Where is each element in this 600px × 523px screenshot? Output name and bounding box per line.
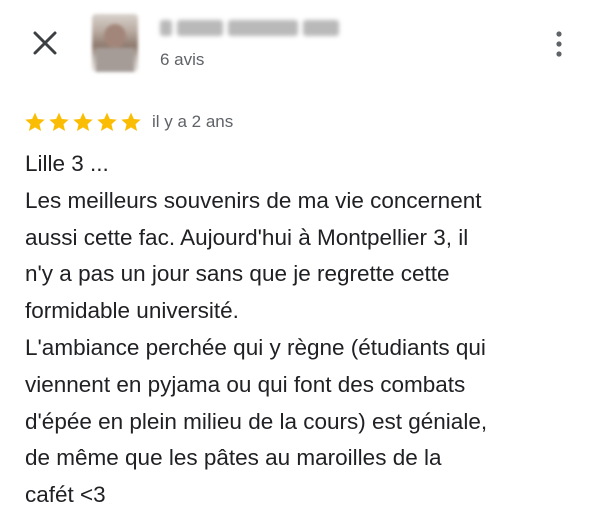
reviewer-avatar[interactable] (92, 14, 138, 72)
review-line: de même que les pâtes au maroilles de la (25, 445, 442, 471)
review-line: n'y a pas un jour sans que je regrette c… (25, 261, 450, 287)
star-icon (73, 112, 93, 131)
review-line: Lille 3 ... (25, 151, 109, 176)
bottom-fade (0, 517, 600, 523)
review-line: aussi cette fac. Aujourd'hui à Montpelli… (25, 224, 469, 250)
review-line: cafét <3 (25, 482, 106, 508)
reviewer-review-count: 6 avis (160, 50, 205, 69)
review-line: L'ambiance perchée qui y règne (étudiant… (25, 334, 486, 360)
review-line: viennent en pyjama ou qui font des comba… (25, 371, 466, 397)
review-line: formidable université. (25, 298, 239, 324)
star-icon (97, 112, 117, 131)
star-icon (25, 112, 45, 131)
review-text: Lille 3 ... Les meilleurs souvenirs de m… (25, 146, 595, 514)
more-vert-icon (556, 31, 562, 57)
star-rating (24, 111, 142, 133)
reviewer-name-redacted[interactable] (160, 17, 346, 39)
close-button[interactable] (30, 28, 60, 58)
rating-row: il y a 2 ans (24, 110, 233, 134)
star-icon (121, 112, 141, 131)
review-line: Les meilleurs souvenirs de ma vie concer… (25, 187, 482, 213)
review-date: il y a 2 ans (152, 112, 234, 131)
close-icon (33, 31, 57, 55)
review-line: d'épée en plein milieu de la cours) est … (25, 408, 488, 434)
star-icon (49, 112, 69, 131)
more-options-button[interactable] (551, 30, 567, 58)
review-header: 6 avis (0, 0, 600, 90)
